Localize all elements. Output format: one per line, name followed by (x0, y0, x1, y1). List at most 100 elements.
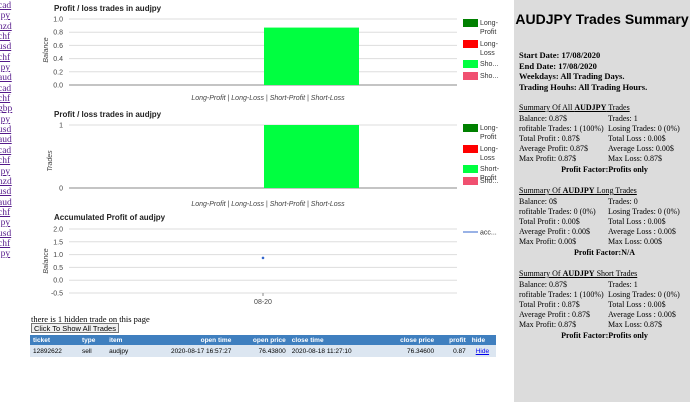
data-point (261, 256, 265, 260)
y-tick-label: 0.0 (53, 83, 63, 90)
accumulated-profit-svg: Accumulated Profit of audjpy Balance 2.0… (43, 213, 497, 306)
cell-profit: 0.87 (437, 345, 469, 357)
table-header-row: ticket type item open time open price cl… (30, 335, 496, 345)
nav-link-jpy[interactable]: jpy (0, 63, 18, 73)
y-tick-label: 1.0 (53, 252, 63, 259)
cell-hide: Hide (468, 345, 496, 357)
section-title: Summary Of All AUDJPY Trades (519, 103, 690, 113)
legend-swatch (463, 60, 478, 68)
stat-right: Average Loss : 0.00$ (608, 310, 676, 319)
section-stats: Balance: 0.87$ Trades: 1 rofitable Trades:… (519, 280, 690, 330)
y-tick-label: 0.2 (53, 69, 63, 76)
nav-link-aud[interactable]: aud (0, 135, 18, 145)
nav-link-jpy[interactable]: jpy (0, 11, 18, 21)
weekdays: Weekdays: All Trading Days. (519, 71, 625, 81)
legend-swatch (463, 124, 478, 132)
nav-link-usd[interactable]: usd (0, 229, 18, 239)
start-date: Start Date: 17/08/2020 (519, 50, 601, 60)
nav-link-jpy[interactable]: jpy (0, 115, 18, 125)
profit-loss-balance-svg: Profit / loss trades in audjpy Balance L… (43, 4, 499, 102)
profit-factor: Profit Factor:Profits only (561, 165, 648, 174)
nav-link-cad[interactable]: cad (0, 1, 18, 11)
symbol-nav: cadjpynzdchfusdchfjpyaudcadchfgbpjpyusda… (0, 0, 18, 402)
legend-label: Sho... (480, 61, 498, 68)
y-tick-label: 1 (59, 123, 63, 130)
stat-left: Total Profit : 0.87$ (519, 300, 580, 309)
y-axis-title: Balance (43, 248, 50, 273)
cell-open-price: 76.43800 (234, 345, 289, 357)
nav-link-chf[interactable]: chf (0, 53, 18, 63)
stat-right: Max Loss: 0.87$ (608, 154, 662, 163)
stat-right: Losing Trades: 0 (0%) (608, 290, 680, 299)
nav-link-aud[interactable]: aud (0, 198, 18, 208)
profit-loss-balance-chart: Profit / loss trades in audjpy Balance L… (28, 0, 508, 106)
cell-type: sell (78, 345, 107, 357)
legend-label: Sho... (480, 73, 498, 80)
stat-left: Max Profit: 0.87$ (519, 320, 577, 329)
stat-left: Average Profit : 0.00$ (519, 227, 590, 236)
nav-link-usd[interactable]: usd (0, 42, 18, 52)
nav-link-jpy[interactable]: jpy (0, 167, 18, 177)
section-stats: Balance: 0$ Trades: 0 rofitable Trades: 0 … (519, 197, 690, 247)
trading-hours: Trading Houhs: All Trading Hours. (519, 81, 648, 92)
nav-link-chf[interactable]: chf (0, 208, 18, 218)
nav-link-nzd[interactable]: nzd (0, 22, 18, 32)
nav-link-cad[interactable]: cad (0, 84, 18, 94)
stat-right: Max Loss: 0.00$ (608, 237, 662, 246)
section-title-suffix: Long Trades (594, 186, 637, 195)
y-tick-label: 0.6 (53, 43, 63, 50)
x-axis-categories: Long-Profit | Long-Loss | Short-Profit |… (191, 201, 345, 208)
nav-link-nzd[interactable]: nzd (0, 177, 18, 187)
legend-swatch (463, 40, 478, 48)
y-axis-title: Balance (43, 37, 50, 62)
nav-link-cad[interactable]: cad (0, 146, 18, 156)
summary-section: Summary Of AUDJPY Long Trades Balance: 0$… (514, 186, 690, 258)
legend-label: Long-Profit (480, 125, 499, 141)
legend-swatch (463, 72, 478, 80)
nav-link-aud[interactable]: aud (0, 73, 18, 83)
table-row: 12892622 sell audjpy 2020-08-17 16:57:27… (30, 345, 496, 357)
nav-link-chf[interactable]: chf (0, 32, 18, 42)
nav-link-chf[interactable]: chf (0, 94, 18, 104)
nav-link-chf[interactable]: chf (0, 156, 18, 166)
hide-trade-link[interactable]: Hide (476, 348, 489, 355)
accumulated-profit-chart: Accumulated Profit of audjpy Balance 2.0… (28, 209, 508, 309)
legend-swatch (463, 177, 478, 185)
section-title-symbol: AUDJPY (562, 186, 595, 195)
legend-swatch (463, 165, 478, 173)
stat-right: Total Loss : 0.00$ (608, 134, 666, 143)
col-close-price: close price (381, 335, 438, 345)
nav-link-chf[interactable]: chf (0, 239, 18, 249)
bar-short-profit (264, 125, 359, 188)
section-title-symbol: AUDJPY (562, 269, 595, 278)
col-item: item (106, 335, 142, 345)
y-tick-label: 1.5 (53, 239, 63, 246)
summary-meta: Start Date: 17/08/2020 End Date: 17/08/2… (514, 50, 690, 92)
stat-right: Max Loss: 0.87$ (608, 320, 662, 329)
nav-link-usd[interactable]: usd (0, 125, 18, 135)
cell-open-time: 2020-08-17 16:57:27 (141, 345, 235, 357)
section-title-prefix: Summary Of (519, 186, 563, 195)
stat-left: Total Profit : 0.87$ (519, 134, 580, 143)
summary-title: AUDJPY Trades Summary (515, 11, 689, 27)
stat-right: Trades: 1 (608, 280, 638, 289)
nav-link-jpy[interactable]: jpy (0, 249, 18, 259)
stat-right: Losing Trades: 0 (0%) (608, 207, 680, 216)
nav-link-jpy[interactable]: jpy (0, 218, 18, 228)
show-all-trades-button[interactable]: Click To Show All Trades (31, 323, 119, 333)
stat-right: Total Loss : 0.00$ (608, 300, 666, 309)
summary-section: Summary Of AUDJPY Short Trades Balance: 0… (514, 269, 690, 341)
profit-loss-trades-svg: Profit / loss trades in audjpy Trades Lo… (47, 110, 500, 208)
chart-title: Profit / loss trades in audjpy (54, 110, 162, 119)
legend-label: Sho... (480, 178, 498, 185)
nav-link-gbp[interactable]: gbp (0, 104, 18, 114)
stat-left: Total Profit : 0.00$ (519, 217, 580, 226)
legend-label: Long-Profit (480, 20, 499, 36)
chart-title: Profit / loss trades in audjpy (54, 4, 162, 13)
stat-left: Max Profit: 0.87$ (519, 154, 577, 163)
summary-section: Summary Of All AUDJPY Trades Balance: 0.8… (514, 103, 690, 175)
nav-link-usd[interactable]: usd (0, 187, 18, 197)
x-tick-label: 08-20 (254, 299, 272, 306)
section-title: Summary Of AUDJPY Long Trades (519, 186, 690, 196)
chart-title: Accumulated Profit of audjpy (54, 213, 166, 222)
